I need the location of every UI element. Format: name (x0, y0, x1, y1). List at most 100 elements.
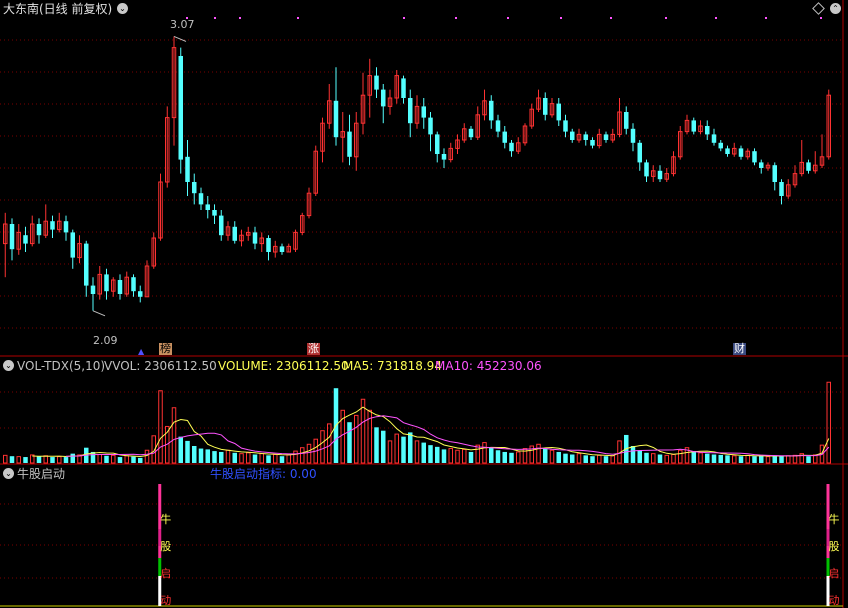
stock-title: 大东南(日线 前复权) (3, 2, 113, 16)
volume-bar (657, 454, 663, 463)
volume-bar (300, 447, 305, 464)
volume-bar (603, 456, 609, 463)
ma5-label: MA5: 731818.94 (343, 359, 442, 373)
volume-bar (158, 390, 163, 464)
candle-body (219, 215, 224, 236)
volume-bar (117, 457, 123, 463)
volume-bar (779, 456, 784, 463)
candle-body (23, 235, 28, 244)
volume-bar (468, 451, 474, 463)
candle-body (192, 182, 197, 194)
marker-cai[interactable]: 财 (733, 343, 746, 355)
indicator-signal-char: 牛 (829, 512, 840, 526)
panel-collapse-icon[interactable]: ⌃ (830, 3, 841, 14)
candle-body (104, 274, 109, 292)
volume-bar (765, 456, 771, 464)
volume-bar (279, 456, 285, 463)
indicator-signal-char: 股 (829, 540, 840, 553)
volume-bar (705, 453, 710, 463)
candle-body (428, 117, 433, 135)
title-dropdown-icon[interactable]: ⌄ (117, 3, 128, 14)
top-marker-dot (715, 17, 717, 19)
volume-bar (725, 455, 730, 463)
volume-bar (104, 455, 109, 463)
candle-body (50, 221, 55, 230)
candle-body (759, 162, 764, 168)
volume-bar (428, 445, 433, 463)
candle-body (205, 204, 210, 210)
candle-body (806, 162, 811, 171)
candle-body (630, 128, 636, 143)
indicator-signal-char: 启 (829, 567, 840, 580)
volume-panel-menu-icon[interactable]: ⌄ (3, 360, 14, 371)
indicator-name: 牛股启动 (17, 467, 66, 481)
ma10-label: MA10: 452230.06 (435, 359, 542, 373)
candle-body (421, 106, 426, 118)
candle-body (266, 238, 271, 252)
volume-bar (516, 451, 521, 464)
candle-body (570, 131, 575, 140)
candle-body (583, 134, 588, 140)
volume-bar (536, 443, 541, 464)
candle-body (63, 221, 69, 233)
volume-bar (219, 451, 224, 463)
volume-bar (401, 436, 406, 463)
volume-bar (441, 449, 447, 463)
candle-body (441, 154, 447, 160)
stock-chart-window: 牛股启动牛股启动 大东南(日线 前复权) ⌄ ⌃ 3.07 2.09 ▲ 榜 涨… (0, 0, 848, 608)
candle-body (374, 75, 379, 90)
indicator-signal-char: 动 (829, 594, 840, 607)
volume-bar (178, 436, 183, 463)
volume-bar (9, 456, 15, 463)
volume-bar (306, 443, 312, 464)
volume-bar (752, 456, 757, 463)
low-pointer (92, 310, 106, 317)
volume-bar (327, 423, 332, 464)
candle-body (624, 112, 629, 129)
candle-body (185, 156, 190, 182)
volume-bar (792, 454, 798, 464)
volume-bar (50, 457, 55, 463)
marker-bang[interactable]: 榜 (159, 343, 172, 355)
candle-body (435, 134, 440, 154)
top-marker-dot (765, 17, 767, 19)
candle-body (347, 131, 352, 157)
top-marker-dot (560, 17, 562, 19)
candle-body (779, 182, 784, 196)
volume-bar (36, 456, 42, 463)
volume-bar (583, 455, 588, 463)
candle-body (691, 120, 696, 132)
candle-body (70, 232, 75, 258)
candle-body (603, 134, 609, 140)
event-arrow-icon[interactable]: ▲ (138, 345, 144, 359)
volume-label: VOLUME: 2306112.50 (218, 359, 349, 373)
volume-bar (239, 453, 244, 464)
candle-body (705, 126, 710, 135)
candle-body (84, 243, 89, 286)
low-price-label: 2.09 (93, 334, 118, 347)
volume-bar (738, 456, 744, 463)
high-pointer (173, 35, 187, 42)
volume-bar (171, 407, 177, 464)
volume-bar (16, 456, 21, 464)
marker-zhang[interactable]: 涨 (307, 343, 320, 355)
indicator-signal-char: 股 (160, 540, 171, 553)
volume-bar (394, 433, 399, 464)
candle-body (401, 78, 406, 98)
volume-bar (651, 453, 656, 464)
volume-bar (509, 452, 514, 463)
volume-bar (678, 449, 683, 464)
indicator-panel-menu-icon[interactable]: ⌄ (3, 468, 14, 479)
volume-bar (597, 454, 602, 464)
volume-bar (448, 448, 453, 464)
volume-bar (246, 452, 251, 464)
volume-bar (482, 442, 487, 464)
top-marker-dot (214, 17, 216, 19)
volume-bar (111, 454, 116, 464)
chart-canvas: 牛股启动牛股启动 (0, 0, 848, 608)
candle-body (232, 226, 237, 241)
candle-body (725, 148, 730, 154)
volume-bar (131, 456, 136, 463)
candle-body (543, 98, 548, 115)
volume-bar (576, 453, 582, 464)
